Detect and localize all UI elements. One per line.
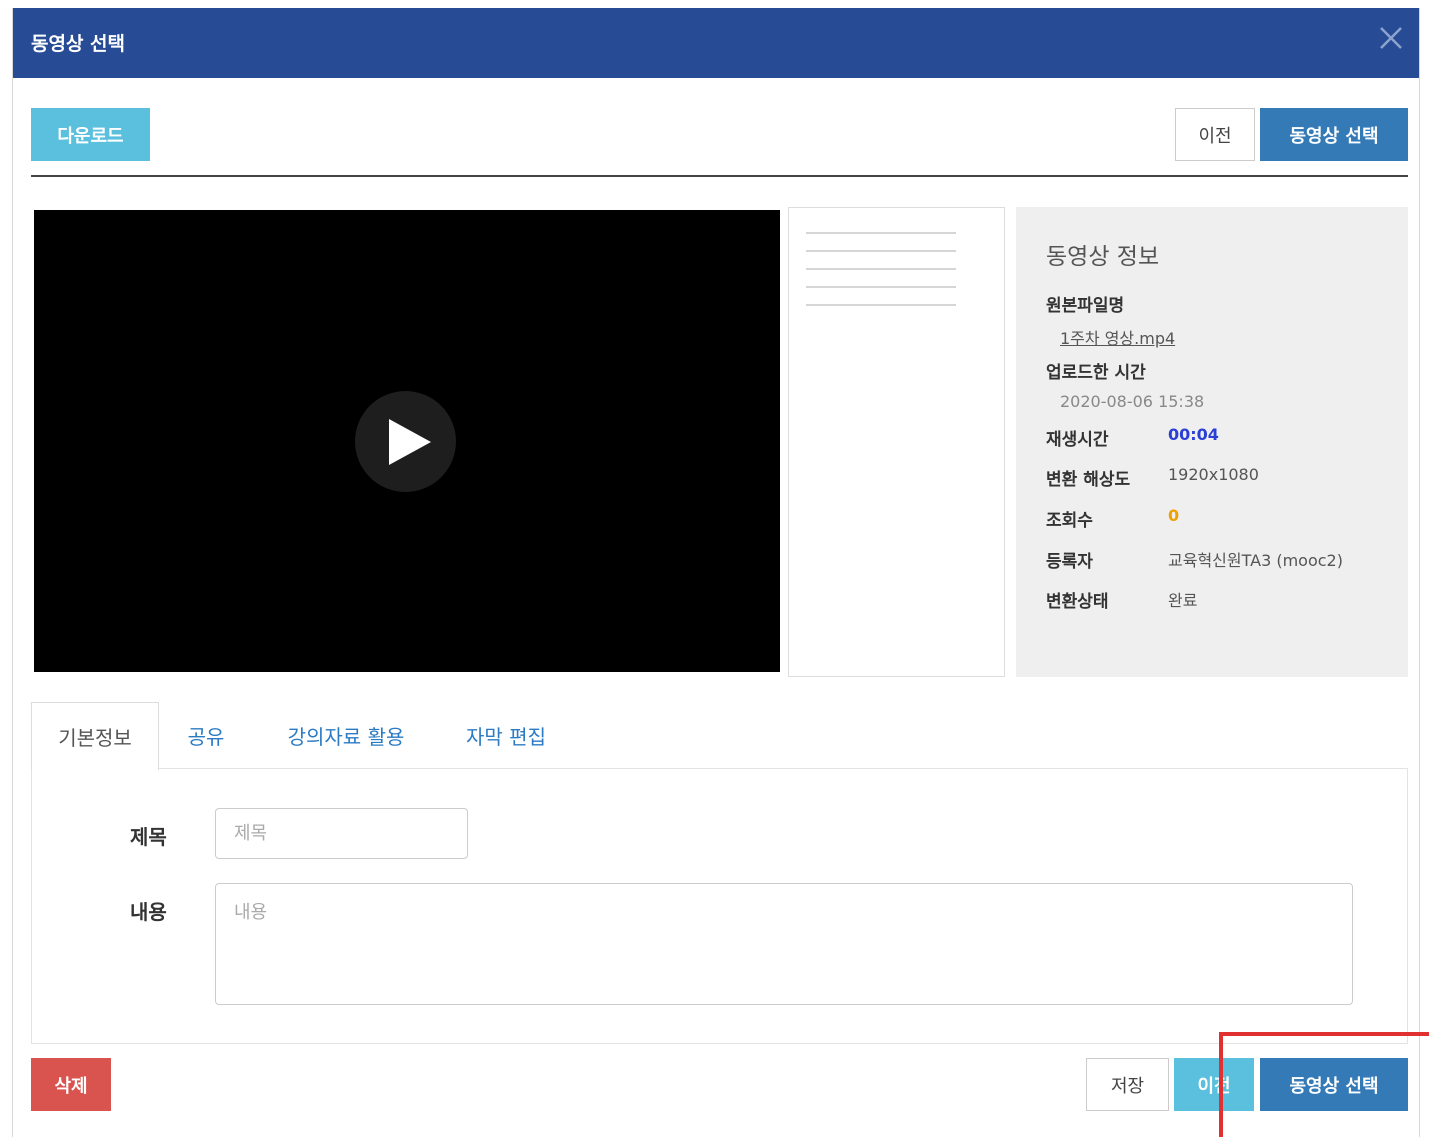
thumbnail-line [806, 232, 956, 234]
delete-button[interactable]: 삭제 [31, 1058, 111, 1111]
tab-lecture-materials[interactable]: 강의자료 활용 [271, 702, 421, 769]
status-value: 완료 [1168, 591, 1198, 610]
resolution-label: 변환 해상도 [1046, 470, 1131, 490]
original-filename-label: 원본파일명 [1046, 296, 1125, 316]
download-button[interactable]: 다운로드 [31, 108, 150, 161]
thumbnail-line [806, 286, 956, 288]
thumbnail-line [806, 268, 956, 270]
thumbnail-line [806, 250, 956, 252]
select-video-button-top[interactable]: 동영상 선택 [1260, 108, 1408, 161]
play-button[interactable] [355, 391, 456, 492]
dialog-title: 동영상 선택 [31, 33, 126, 55]
views-value: 0 [1168, 506, 1180, 525]
tab-bar: 기본정보 공유 강의자료 활용 자막 편집 [31, 702, 1408, 770]
tab-share[interactable]: 공유 [171, 702, 241, 769]
resolution-value: 1920x1080 [1168, 465, 1259, 484]
save-button[interactable]: 저장 [1086, 1058, 1169, 1111]
registrant-label: 등록자 [1046, 552, 1093, 572]
upload-time-value: 2020-08-06 15:38 [1060, 392, 1205, 411]
play-time-value: 00:04 [1168, 425, 1219, 444]
thumbnail-panel [788, 207, 1005, 677]
views-label: 조회수 [1046, 511, 1093, 531]
status-label: 변환상태 [1046, 592, 1109, 612]
thumbnail-line [806, 304, 956, 306]
prev-button-top[interactable]: 이전 [1175, 108, 1255, 161]
video-info-panel: 동영상 정보 원본파일명 1주차 영상.mp4 업로드한 시간 2020-08-… [1016, 207, 1408, 677]
content-label: 내용 [130, 900, 167, 924]
original-filename-link[interactable]: 1주차 영상.mp4 [1060, 329, 1175, 348]
basic-info-panel: 제목 내용 [31, 768, 1408, 1044]
info-heading: 동영상 정보 [1046, 244, 1160, 270]
dialog-header: 동영상 선택 [13, 8, 1419, 78]
title-label: 제목 [130, 825, 167, 849]
upload-time-label: 업로드한 시간 [1046, 363, 1146, 383]
title-input[interactable] [215, 808, 468, 859]
tab-subtitle-edit[interactable]: 자막 편집 [451, 702, 561, 769]
registrant-value: 교육혁신원TA3 (mooc2) [1168, 551, 1343, 570]
top-divider [31, 175, 1408, 177]
video-player[interactable] [34, 210, 780, 672]
video-select-dialog: 동영상 선택 다운로드 이전 동영상 선택 동영상 정보 원본파일명 1주차 영… [12, 8, 1420, 1137]
prev-button-bottom[interactable]: 이전 [1174, 1058, 1254, 1111]
close-icon[interactable] [1377, 24, 1405, 52]
play-time-label: 재생시간 [1046, 430, 1109, 450]
tab-basic-info[interactable]: 기본정보 [31, 702, 159, 770]
play-icon [389, 419, 431, 465]
content-textarea[interactable] [215, 883, 1353, 1005]
select-video-button-bottom[interactable]: 동영상 선택 [1260, 1058, 1408, 1111]
